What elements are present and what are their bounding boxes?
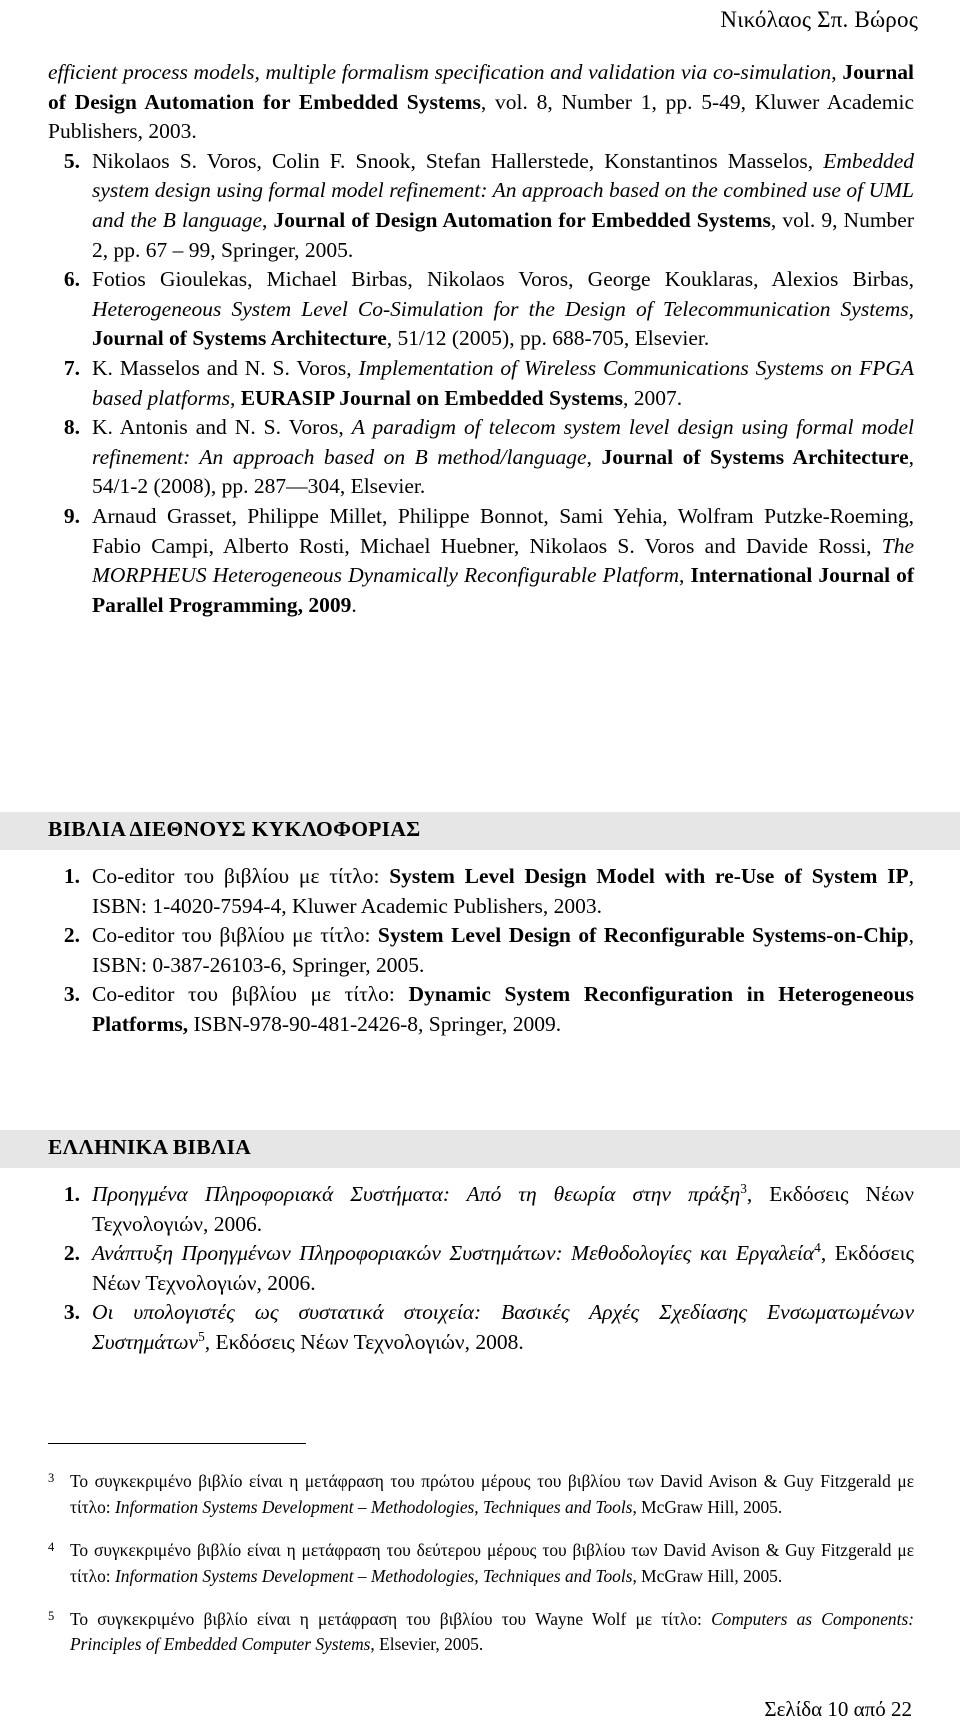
footnote-reference: 3 bbox=[740, 1180, 747, 1196]
international-books-list: 1. Co-editor του βιβλίου με τίτλο: System… bbox=[48, 862, 914, 1040]
reference-item: 9. Arnaud Grasset, Philippe Millet, Phili… bbox=[48, 502, 914, 620]
greek-book-item: 1. Προηγμένα Πληροφοριακά Συστήματα: Από … bbox=[48, 1180, 914, 1239]
book-tail: ISBN-978-90-481-2426-8, Springer, 2009. bbox=[188, 1011, 562, 1036]
continuation-paragraph: efficient process models, multiple forma… bbox=[48, 58, 914, 147]
book-lead: Co-editor του βιβλίου με τίτλο: bbox=[92, 864, 390, 888]
section-heading-international-books: ΒΙΒΛΙΑ ΔΙΕΘΝΟΥΣ ΚΥΚΛΟΦΟΡΙΑΣ bbox=[0, 812, 960, 850]
book-number: 2. bbox=[63, 923, 80, 948]
footnote-marker: 5 bbox=[48, 1608, 55, 1623]
book-lead: Co-editor του βιβλίου με τίτλο: bbox=[92, 923, 378, 948]
book-item: 3. Co-editor του βιβλίου με τίτλο: Dynami… bbox=[48, 980, 914, 1039]
reference-number: 6. bbox=[63, 267, 80, 292]
book-item: 1. Co-editor του βιβλίου με τίτλο: System… bbox=[48, 862, 914, 921]
footnote-tail: , McGraw Hill, 2005. bbox=[632, 1496, 783, 1517]
section-title-text: ΕΛΛΗΝΙΚΑ ΒΙΒΛΙΑ bbox=[48, 1135, 252, 1159]
reference-sep: , bbox=[586, 444, 602, 469]
continuation-sep: , bbox=[831, 60, 843, 84]
document-body: efficient process models, multiple forma… bbox=[48, 58, 914, 620]
international-books-list-wrapper: 1. Co-editor του βιβλίου με τίτλο: System… bbox=[48, 862, 914, 1040]
reference-sep: , bbox=[229, 385, 241, 410]
section-title-text: ΒΙΒΛΙΑ ΔΙΕΘΝΟΥΣ ΚΥΚΛΟΦΟΡΙΑΣ bbox=[48, 817, 421, 841]
greek-books-list: 1. Προηγμένα Πληροφοριακά Συστήματα: Από … bbox=[48, 1180, 914, 1358]
continuation-title: efficient process models, multiple forma… bbox=[48, 60, 832, 84]
book-item: 2. Co-editor του βιβλίου με τίτλο: System… bbox=[48, 921, 914, 980]
greek-books-list-wrapper: 1. Προηγμένα Πληροφοριακά Συστήματα: Από … bbox=[48, 1180, 914, 1358]
greek-book-item: 3. Οι υπολογιστές ως συστατικά στοιχεία: … bbox=[48, 1298, 914, 1357]
greek-book-item: 2. Ανάπτυξη Προηγμένων Πληροφοριακών Συστ… bbox=[48, 1239, 914, 1298]
greek-book-tail: , Εκδόσεις Νέων Τεχνολογιών, 2008. bbox=[204, 1329, 524, 1354]
document-page: Νικόλαος Σπ. Βώρος efficient process mod… bbox=[0, 0, 960, 1736]
book-title: System Level Design of Reconfigurable Sy… bbox=[377, 923, 909, 948]
reference-item: 7. K. Masselos and N. S. Voros, Implement… bbox=[48, 354, 914, 413]
reference-venue: Journal of Systems Architecture bbox=[92, 326, 387, 351]
footnote-title: Information Systems Development – Method… bbox=[114, 1565, 633, 1586]
reference-tail: , 2007. bbox=[623, 385, 683, 410]
reference-authors: Arnaud Grasset, Philippe Millet, Philipp… bbox=[92, 503, 914, 558]
reference-title: Heterogeneous System Level Co-Simulation… bbox=[92, 296, 909, 321]
reference-number: 8. bbox=[63, 415, 80, 440]
footnote: 5 Το συγκεκριμένο βιβλίο είναι η μετάφρασ… bbox=[48, 1607, 914, 1658]
reference-authors: K. Masselos and N. S. Voros, bbox=[92, 355, 359, 380]
reference-tail: . bbox=[351, 592, 357, 617]
book-number: 1. bbox=[63, 864, 80, 888]
page-number-footer: Σελίδα 10 από 22 bbox=[764, 1697, 912, 1721]
footnote-tail: , Elsevier, 2005. bbox=[370, 1634, 484, 1655]
footnote-tail: , McGraw Hill, 2005. bbox=[632, 1565, 783, 1586]
footnote: 4 Το συγκεκριμένο βιβλίο είναι η μετάφρασ… bbox=[48, 1538, 914, 1589]
reference-venue: Journal of Systems Architecture bbox=[601, 444, 909, 469]
reference-number: 7. bbox=[63, 355, 80, 380]
greek-book-title: Προηγμένα Πληροφοριακά Συστήματα: Από τη… bbox=[92, 1182, 741, 1206]
footnote-marker: 4 bbox=[48, 1539, 55, 1554]
reference-authors: Fotios Gioulekas, Michael Birbas, Nikola… bbox=[92, 267, 914, 292]
running-header: Νικόλαος Σπ. Βώρος bbox=[720, 7, 918, 32]
greek-book-number: 3. bbox=[63, 1300, 80, 1325]
footnote-title: Information Systems Development – Method… bbox=[114, 1496, 633, 1517]
reference-authors: Nikolaos S. Voros, Colin F. Snook, Stefa… bbox=[92, 148, 824, 173]
reference-item: 5. Nikolaos S. Voros, Colin F. Snook, Ste… bbox=[48, 147, 914, 265]
reference-item: 8. K. Antonis and N. S. Voros, A paradigm… bbox=[48, 413, 914, 502]
greek-book-title: Ανάπτυξη Προηγμένων Πληροφοριακών Συστημ… bbox=[92, 1241, 815, 1266]
reference-sep: , bbox=[908, 296, 914, 321]
section-heading-greek-books: ΕΛΛΗΝΙΚΑ ΒΙΒΛΙΑ bbox=[0, 1130, 960, 1168]
reference-item: 6. Fotios Gioulekas, Michael Birbas, Niko… bbox=[48, 265, 914, 354]
book-number: 3. bbox=[63, 982, 80, 1007]
book-lead: Co-editor του βιβλίου με τίτλο: bbox=[92, 982, 409, 1007]
book-title: System Level Design Model with re-Use of… bbox=[389, 864, 909, 888]
reference-tail: , 51/12 (2005), pp. 688-705, Elsevier. bbox=[386, 326, 710, 351]
footnote-reference: 4 bbox=[814, 1240, 821, 1256]
greek-book-number: 1. bbox=[63, 1182, 80, 1206]
footnote: 3 Το συγκεκριμένο βιβλίο είναι η μετάφρασ… bbox=[48, 1469, 914, 1520]
reference-venue: Journal of Design Automation for Embedde… bbox=[273, 207, 771, 232]
reference-number: 9. bbox=[63, 503, 80, 528]
footnote-area: 3 Το συγκεκριμένο βιβλίο είναι η μετάφρασ… bbox=[48, 1452, 914, 1675]
reference-authors: K. Antonis and N. S. Voros, bbox=[92, 415, 352, 440]
reference-sep: , bbox=[262, 207, 274, 232]
reference-list: 5. Nikolaos S. Voros, Colin F. Snook, Ste… bbox=[48, 147, 914, 621]
greek-book-number: 2. bbox=[63, 1241, 80, 1266]
footnote-marker: 3 bbox=[48, 1471, 55, 1486]
reference-venue: EURASIP Journal on Embedded Systems bbox=[240, 385, 624, 410]
footnote-separator bbox=[48, 1443, 306, 1444]
footnote-reference: 5 bbox=[198, 1328, 205, 1344]
footnote-text: Το συγκεκριμένο βιβλίο είναι η μετάφραση… bbox=[70, 1608, 712, 1629]
reference-number: 5. bbox=[63, 148, 80, 173]
reference-sep: , bbox=[679, 563, 691, 588]
